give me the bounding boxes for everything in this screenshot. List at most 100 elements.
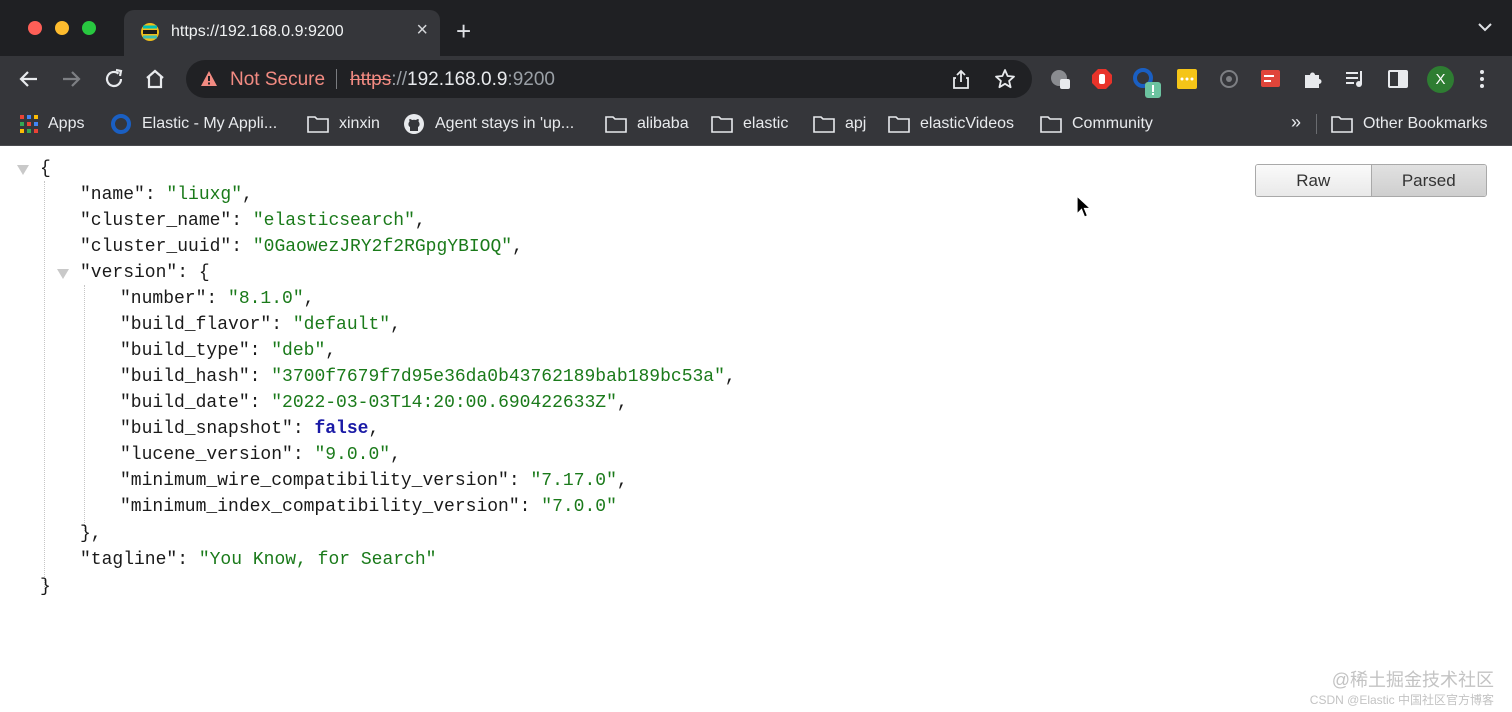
json-value-build-snapshot: false — [314, 419, 369, 439]
reload-icon[interactable] — [102, 67, 126, 91]
json-line-build-snapshot: "build_snapshot": false, — [120, 419, 380, 439]
raw-button[interactable]: Raw — [1256, 165, 1372, 196]
json-open-brace: { — [40, 159, 51, 179]
json-line-tagline: "tagline": "You Know, for Search" — [80, 550, 437, 570]
bookmarks-bar: Apps Elastic - My Appli... xinxin Agent … — [0, 102, 1512, 146]
elastic-favicon-icon — [141, 23, 159, 41]
folder-icon — [711, 116, 733, 133]
watermark-csdn: CSDN @Elastic 中国社区官方博客 — [1309, 693, 1494, 707]
url-text[interactable]: https://192.168.0.9:9200 — [350, 69, 555, 91]
bookmarks-divider — [1316, 114, 1317, 134]
json-line-version: "version": { — [80, 263, 210, 283]
json-value-build-type: "deb" — [271, 341, 326, 361]
json-line-min-wire: "minimum_wire_compatibility_version": "7… — [120, 471, 628, 491]
parsed-button[interactable]: Parsed — [1371, 165, 1486, 196]
tab-strip: https://192.168.0.9:9200 × + — [0, 0, 1512, 56]
json-value-cluster-uuid: "0GaowezJRY2f2RGpgYBIOQ" — [252, 237, 513, 257]
bookmark-label: apj — [845, 115, 867, 132]
back-icon[interactable] — [17, 67, 41, 91]
json-value-build-flavor: "default" — [292, 315, 391, 335]
adblock-extension-icon[interactable] — [1091, 68, 1113, 90]
bookmark-apps[interactable]: Apps — [20, 113, 84, 135]
folder-icon — [1040, 116, 1062, 133]
omnibox-divider — [336, 69, 337, 89]
bookmark-folder-alibaba[interactable]: alibaba — [605, 113, 689, 135]
bookmark-github-agent[interactable]: Agent stays in 'up... — [403, 113, 574, 135]
json-line-cluster-name: "cluster_name": "elasticsearch", — [80, 211, 426, 231]
translate-extension-icon[interactable] — [1049, 68, 1071, 90]
extensions-puzzle-icon[interactable] — [1302, 68, 1324, 90]
json-line-build-flavor: "build_flavor": "default", — [120, 315, 401, 335]
folder-icon — [888, 116, 910, 133]
new-tab-icon[interactable]: + — [456, 18, 471, 44]
mouse-cursor-icon — [1076, 195, 1092, 218]
warning-icon[interactable] — [200, 70, 218, 87]
view-mode-toggle: Raw Parsed — [1255, 164, 1487, 197]
json-value-lucene-version: "9.0.0" — [314, 445, 391, 465]
close-window-button[interactable] — [28, 21, 42, 35]
json-line-name: "name": "liuxg", — [80, 185, 253, 205]
json-value-tagline: "You Know, for Search" — [198, 550, 437, 570]
json-value-cluster-name: "elasticsearch" — [252, 211, 415, 231]
page-content: { "name": "liuxg", "cluster_name": "elas… — [0, 147, 1512, 712]
bookmark-label: Apps — [48, 115, 85, 132]
minimize-window-button[interactable] — [55, 21, 69, 35]
bookmark-folder-elastic[interactable]: elastic — [711, 113, 788, 135]
bookmark-other[interactable]: Other Bookmarks — [1331, 113, 1487, 135]
bookmark-folder-xinxin[interactable]: xinxin — [307, 113, 380, 135]
github-icon — [404, 114, 424, 134]
url-port: :9200 — [507, 69, 555, 90]
bookmark-label: Elastic - My Appli... — [142, 115, 278, 132]
home-icon[interactable] — [143, 67, 167, 91]
json-line-build-hash: "build_hash": "3700f7679f7d95e36da0b4376… — [120, 367, 736, 387]
bookmark-elastic-app[interactable]: Elastic - My Appli... — [110, 113, 277, 135]
address-bar[interactable]: Not Secure https://192.168.0.9:9200 — [186, 60, 1032, 98]
side-panel-icon[interactable] — [1387, 68, 1409, 90]
tab-search-chevron-icon[interactable] — [1478, 22, 1492, 32]
more-bookmarks-button[interactable]: » — [1291, 112, 1301, 133]
json-close-brace: } — [40, 577, 51, 597]
fullscreen-window-button[interactable] — [82, 21, 96, 35]
watermark-juejin: @稀土掘金技术社区 — [1331, 670, 1494, 690]
folder-icon — [813, 116, 835, 133]
share-icon[interactable] — [952, 69, 970, 89]
media-control-icon[interactable] — [1344, 68, 1366, 90]
profile-avatar[interactable]: X — [1427, 66, 1454, 93]
not-secure-label[interactable]: Not Secure — [230, 69, 325, 91]
extension-badge-icon — [1145, 82, 1161, 98]
close-tab-icon[interactable]: × — [416, 20, 428, 40]
version-indent-guide — [84, 285, 85, 531]
bookmark-folder-apj[interactable]: apj — [813, 113, 866, 135]
json-line-min-index: "minimum_index_compatibility_version": "… — [120, 497, 617, 517]
folder-icon — [1331, 116, 1353, 133]
bookmark-star-icon[interactable] — [994, 68, 1016, 90]
active-tab[interactable]: https://192.168.0.9:9200 × — [124, 10, 440, 56]
json-line-build-type: "build_type": "deb", — [120, 341, 337, 361]
bookmark-label: elasticVideos — [920, 115, 1014, 132]
json-value-name: "liuxg" — [166, 185, 243, 205]
json-line-cluster-uuid: "cluster_uuid": "0GaowezJRY2f2RGpgYBIOQ"… — [80, 237, 523, 257]
json-line-lucene-version: "lucene_version": "9.0.0", — [120, 445, 401, 465]
bookmark-folder-elasticvideos[interactable]: elasticVideos — [888, 113, 1014, 135]
root-indent-guide — [44, 181, 45, 589]
browser-toolbar: Not Secure https://192.168.0.9:9200 X — [0, 56, 1512, 102]
tab-title: https://192.168.0.9:9200 — [171, 23, 344, 40]
collapse-version-toggle[interactable] — [57, 269, 69, 279]
json-value-number: "8.1.0" — [228, 289, 304, 309]
url-host: 192.168.0.9 — [407, 69, 508, 90]
chrome-menu-icon[interactable] — [1472, 68, 1492, 90]
url-scheme: https — [350, 69, 392, 90]
folder-icon — [307, 116, 329, 133]
collapse-root-toggle[interactable] — [17, 165, 29, 175]
notes-extension-icon[interactable] — [1176, 68, 1198, 90]
todo-extension-icon[interactable] — [1260, 68, 1282, 90]
json-value-min-wire: "7.17.0" — [530, 471, 617, 491]
json-value-build-date: "2022-03-03T14:20:00.690422633Z" — [271, 393, 617, 413]
bookmark-label: Agent stays in 'up... — [435, 115, 575, 132]
forward-icon[interactable] — [59, 67, 83, 91]
bookmark-label: Other Bookmarks — [1363, 115, 1488, 132]
bookmark-label: elastic — [743, 115, 789, 132]
disabled-extension-icon[interactable] — [1218, 68, 1240, 90]
bookmark-label: Community — [1072, 115, 1153, 132]
bookmark-folder-community[interactable]: Community — [1040, 113, 1153, 135]
